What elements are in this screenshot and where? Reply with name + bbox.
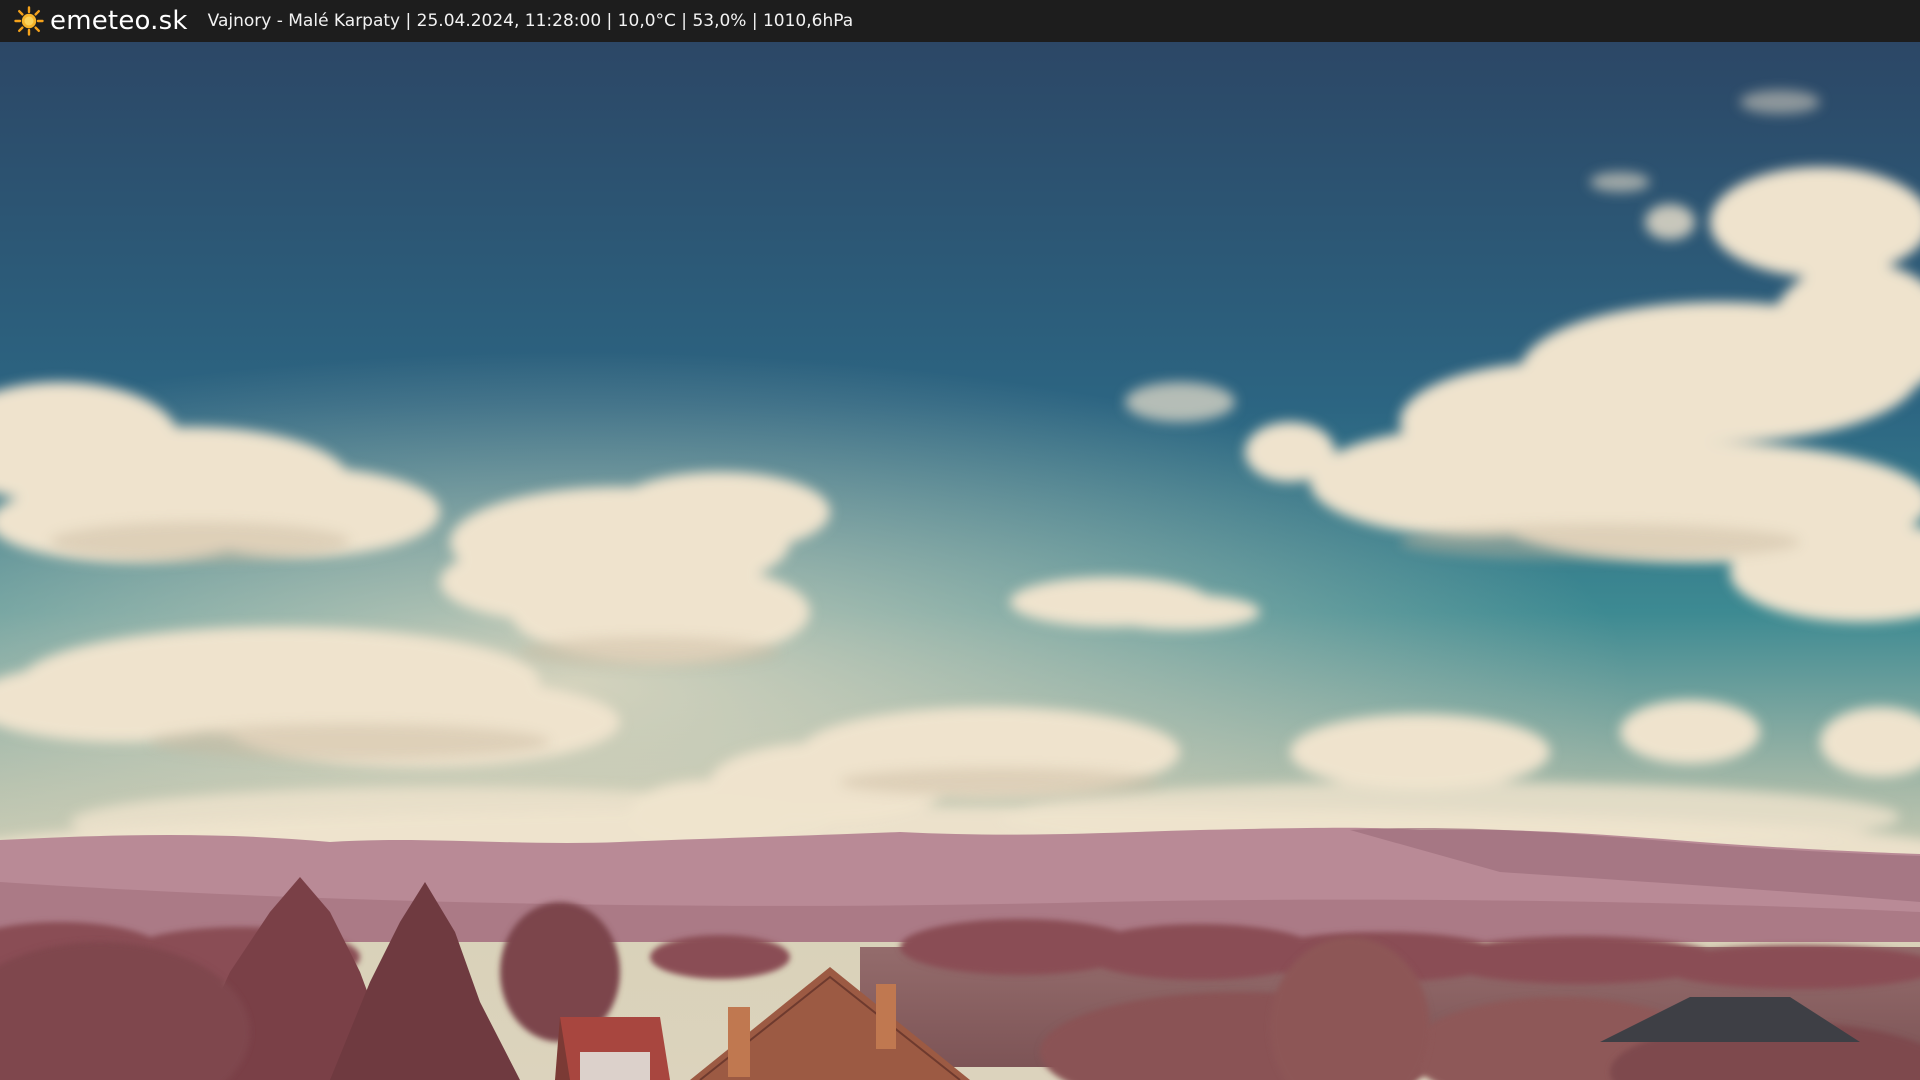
webcam-info: Vajnory - Malé Karpaty | 25.04.2024, 11:…	[207, 11, 854, 31]
sun-icon	[14, 6, 44, 36]
top-bar: emeteo.sk Vajnory - Malé Karpaty | 25.04…	[0, 0, 1920, 42]
webcam-image	[0, 42, 1920, 1080]
brand-name: emeteo.sk	[50, 6, 188, 36]
site-logo[interactable]: emeteo.sk	[14, 6, 188, 36]
